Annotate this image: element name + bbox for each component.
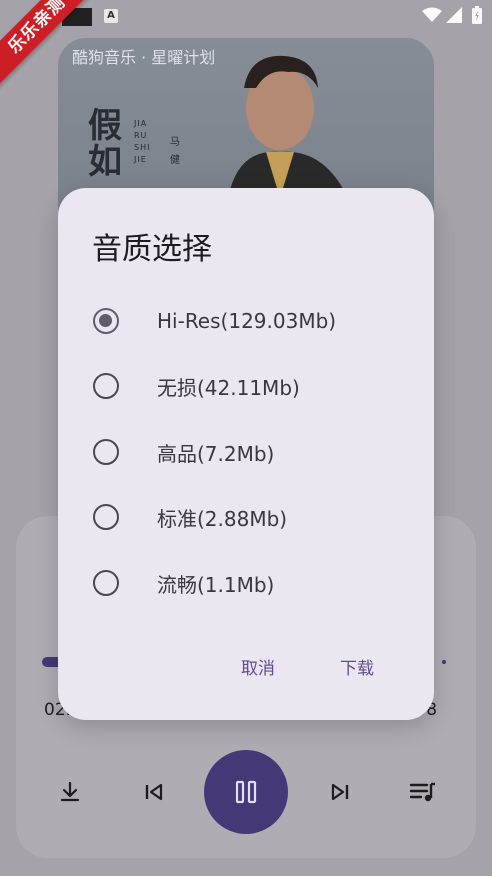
next-button[interactable]	[326, 778, 354, 806]
radio-unchecked-icon[interactable]	[93, 373, 119, 399]
queue-music-icon	[409, 782, 435, 802]
option-smooth[interactable]: 流畅(1.1Mb)	[88, 558, 418, 608]
option-label: 无损(42.11Mb)	[157, 375, 300, 400]
option-label: Hi-Res(129.03Mb)	[157, 309, 337, 333]
option-label: 高品(7.2Mb)	[157, 441, 275, 466]
album-cover-title: 假如	[88, 106, 122, 182]
previous-button[interactable]	[140, 778, 168, 806]
battery-icon	[472, 6, 482, 24]
pause-icon	[235, 780, 257, 804]
radio-unchecked-icon[interactable]	[93, 439, 119, 465]
dialog-title: 音质选择	[92, 232, 212, 267]
download-icon	[60, 781, 80, 802]
album-cover-artist: 马健	[170, 137, 180, 166]
wifi-icon	[422, 7, 442, 22]
quality-dialog: 音质选择 Hi-Res(129.03Mb) 无损(42.11Mb) 高品(7.2…	[58, 188, 434, 720]
option-label: 流畅(1.1Mb)	[157, 572, 275, 597]
a-icon: A	[104, 9, 118, 23]
cancel-button[interactable]: 取消	[241, 654, 275, 679]
queue-button[interactable]	[408, 778, 438, 806]
progress-end-dot	[442, 660, 446, 664]
signal-icon	[446, 7, 462, 23]
download-button[interactable]	[56, 778, 84, 806]
skip-previous-icon	[145, 783, 163, 801]
radio-checked-icon[interactable]	[93, 308, 119, 334]
download-confirm-button[interactable]: 下载	[340, 654, 374, 679]
option-label: 标准(2.88Mb)	[157, 506, 288, 531]
album-caption: 酷狗音乐 · 星曜计划	[72, 48, 216, 67]
radio-unchecked-icon[interactable]	[93, 570, 119, 596]
pause-button[interactable]	[204, 750, 288, 834]
artist-photo	[228, 55, 348, 198]
skip-next-icon	[331, 783, 349, 801]
option-lossless[interactable]: 无损(42.11Mb)	[88, 361, 418, 411]
option-high[interactable]: 高品(7.2Mb)	[88, 427, 418, 477]
option-standard[interactable]: 标准(2.88Mb)	[88, 492, 418, 542]
option-hires[interactable]: Hi-Res(129.03Mb)	[88, 296, 418, 346]
album-cover-latin: JIA RU SHI JIE	[134, 119, 151, 164]
radio-unchecked-icon[interactable]	[93, 504, 119, 530]
